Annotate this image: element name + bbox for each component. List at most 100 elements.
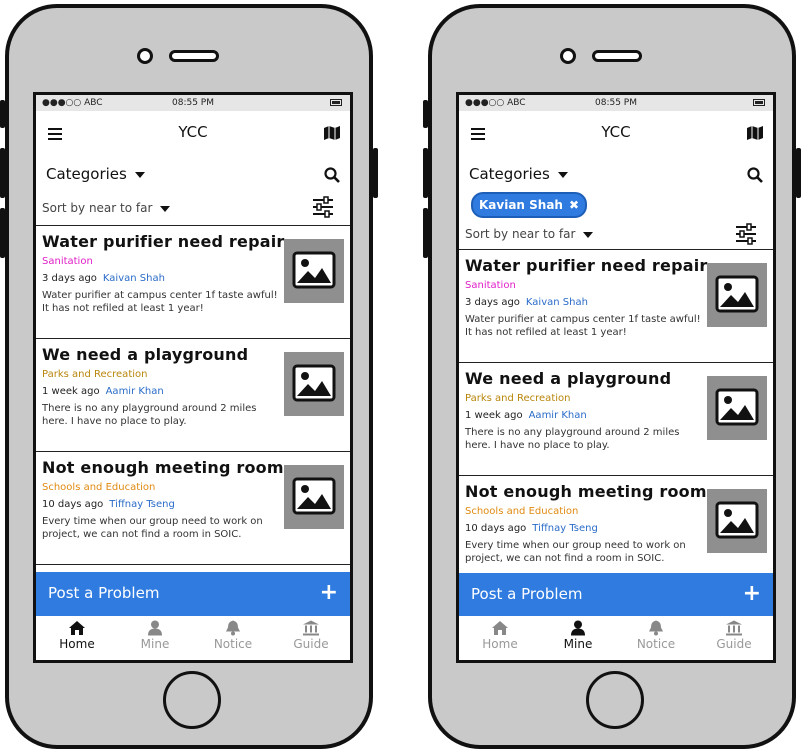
bank-icon xyxy=(303,620,319,636)
phone-frame-left: ●●●○○ ABC 08:55 PM YCC Categories Sort b… xyxy=(0,4,378,749)
item-author[interactable]: Tiffnay Tseng xyxy=(109,499,175,510)
filter-sliders-icon[interactable] xyxy=(312,196,334,218)
home-icon xyxy=(69,621,85,635)
sort-label: Sort by near to far xyxy=(42,201,153,215)
map-icon[interactable] xyxy=(747,125,763,141)
item-description: Every time when our group need to work o… xyxy=(465,540,686,564)
post-problem-button[interactable]: Post a Problem + xyxy=(36,572,350,616)
sort-bar: Sort by near to far xyxy=(459,217,773,250)
item-age: 10 days ago xyxy=(42,499,104,510)
tab-mine[interactable]: Mine xyxy=(116,620,194,651)
tab-bar: Home Mine Notice Guide xyxy=(36,616,350,660)
bell-icon xyxy=(649,620,663,636)
volume-down-button xyxy=(423,208,428,258)
tab-home[interactable]: Home xyxy=(461,620,539,651)
plus-icon: + xyxy=(319,580,338,605)
categories-dropdown[interactable]: Categories xyxy=(469,165,568,183)
tab-mine[interactable]: Mine xyxy=(539,620,617,651)
app-header: YCC xyxy=(459,111,773,155)
list-item[interactable]: Water purifier need repair Sanitation 3 … xyxy=(459,250,773,363)
status-time: 08:55 PM xyxy=(172,98,214,108)
category-bar: Categories xyxy=(459,155,773,191)
app-title: YCC xyxy=(601,123,631,141)
home-button[interactable] xyxy=(163,671,221,729)
status-bar: ●●●○○ ABC 08:55 PM xyxy=(36,95,350,111)
tab-home[interactable]: Home xyxy=(38,620,116,651)
tab-label: Mine xyxy=(563,637,593,651)
volume-up-button xyxy=(0,148,5,198)
home-icon xyxy=(492,621,508,635)
bank-icon xyxy=(726,620,742,636)
tab-label: Notice xyxy=(636,637,676,651)
tab-guide[interactable]: Guide xyxy=(695,620,773,651)
image-placeholder-icon xyxy=(707,263,767,327)
sort-bar: Sort by near to far xyxy=(36,195,350,226)
caret-down-icon xyxy=(134,171,145,178)
item-description: There is no any playground around 2 mile… xyxy=(42,403,257,427)
list-item[interactable]: We need a playground Parks and Recreatio… xyxy=(36,339,350,452)
problem-list: Water purifier need repair Sanitation 3 … xyxy=(36,226,350,565)
tab-label: Notice xyxy=(213,637,253,651)
tab-notice[interactable]: Notice xyxy=(617,620,695,651)
item-author[interactable]: Kaivan Shah xyxy=(103,273,165,284)
item-author[interactable]: Aamir Khan xyxy=(106,386,164,397)
post-problem-label: Post a Problem xyxy=(48,584,160,602)
categories-label: Categories xyxy=(46,165,127,183)
sort-dropdown[interactable]: Sort by near to far xyxy=(465,227,594,241)
search-icon[interactable] xyxy=(747,167,763,183)
tab-notice[interactable]: Notice xyxy=(194,620,272,651)
item-author[interactable]: Tiffnay Tseng xyxy=(532,523,598,534)
tab-label: Guide xyxy=(293,637,329,651)
caret-down-icon xyxy=(557,171,568,178)
app-title: YCC xyxy=(178,123,208,141)
search-icon[interactable] xyxy=(324,167,340,183)
caret-down-icon xyxy=(583,231,594,238)
filter-chip-label: Kavian Shah xyxy=(479,198,563,212)
tab-guide[interactable]: Guide xyxy=(272,620,350,651)
item-description: Every time when our group need to work o… xyxy=(42,516,263,540)
image-placeholder-icon xyxy=(707,376,767,440)
app-header: YCC xyxy=(36,111,350,155)
bell-icon xyxy=(226,620,240,636)
filter-sliders-icon[interactable] xyxy=(735,223,757,245)
tab-bar: Home Mine Notice Guide xyxy=(459,616,773,660)
tab-label: Mine xyxy=(140,637,170,651)
close-icon[interactable]: ✖ xyxy=(569,198,579,212)
list-item[interactable]: Not enough meeting room Schools and Educ… xyxy=(36,452,350,565)
item-age: 1 week ago xyxy=(42,386,100,397)
volume-up-button xyxy=(423,148,428,198)
item-age: 10 days ago xyxy=(465,523,527,534)
tab-label: Home xyxy=(59,637,95,651)
problem-list: Water purifier need repair Sanitation 3 … xyxy=(459,250,773,589)
filter-chip[interactable]: Kavian Shah ✖ xyxy=(471,192,588,218)
item-age: 1 week ago xyxy=(465,410,523,421)
front-camera xyxy=(137,48,153,64)
active-filters: Kavian Shah ✖ xyxy=(459,191,773,218)
image-placeholder-icon xyxy=(707,489,767,553)
item-description: There is no any playground around 2 mile… xyxy=(465,427,680,451)
home-button[interactable] xyxy=(586,671,644,729)
item-author[interactable]: Aamir Khan xyxy=(529,410,587,421)
user-icon xyxy=(571,620,585,636)
image-placeholder-icon xyxy=(284,352,344,416)
image-placeholder-icon xyxy=(284,465,344,529)
categories-dropdown[interactable]: Categories xyxy=(46,165,145,183)
list-item[interactable]: We need a playground Parks and Recreatio… xyxy=(459,363,773,476)
map-icon[interactable] xyxy=(324,125,340,141)
post-problem-label: Post a Problem xyxy=(471,585,583,603)
sort-dropdown[interactable]: Sort by near to far xyxy=(42,201,171,215)
item-description: Water purifier at campus center 1f taste… xyxy=(42,290,278,314)
post-problem-button[interactable]: Post a Problem + xyxy=(459,573,773,617)
power-button xyxy=(796,148,801,198)
battery-icon xyxy=(330,99,342,106)
list-item[interactable]: Water purifier need repair Sanitation 3 … xyxy=(36,226,350,339)
categories-label: Categories xyxy=(469,165,550,183)
item-author[interactable]: Kaivan Shah xyxy=(526,297,588,308)
volume-down-button xyxy=(0,208,5,258)
earpiece-speaker xyxy=(169,50,219,62)
tab-label: Home xyxy=(482,637,518,651)
mute-switch xyxy=(0,100,5,128)
status-time: 08:55 PM xyxy=(595,98,637,108)
battery-icon xyxy=(753,99,765,106)
plus-icon: + xyxy=(742,581,761,606)
